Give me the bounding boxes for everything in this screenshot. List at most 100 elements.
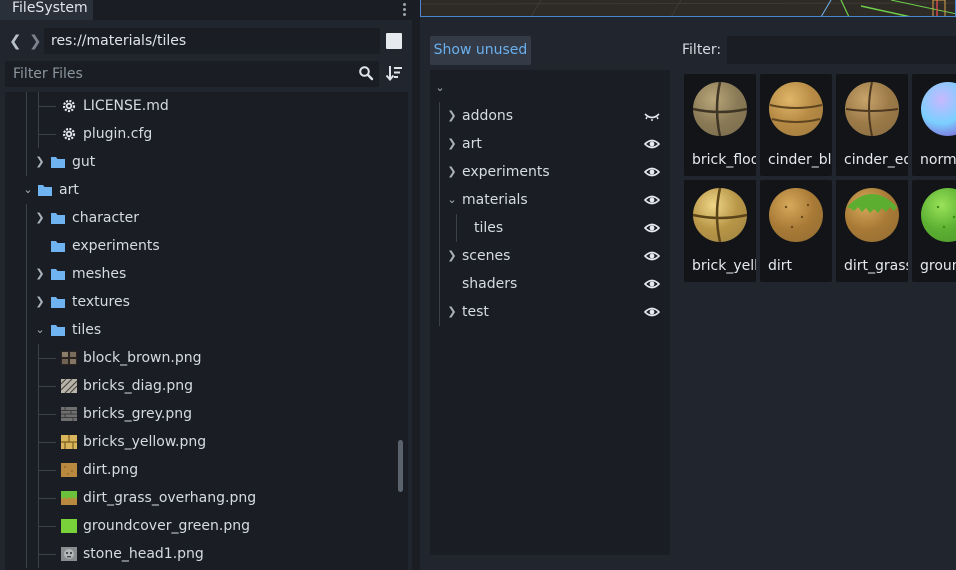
show-unused-button[interactable]: Show unused [430, 36, 531, 65]
directory-item-addons[interactable]: ❯ addons [430, 102, 670, 130]
asset-name: normal [920, 152, 956, 168]
split-mode-toggle-icon[interactable] [386, 33, 402, 49]
filesystem-tab-bar: FileSystem [0, 0, 412, 20]
filter-files-input[interactable] [5, 61, 379, 87]
dock-menu-icon[interactable] [398, 0, 410, 16]
tree-folder-item[interactable]: ❯ meshes [5, 260, 401, 288]
chevron-right-icon[interactable]: ❯ [446, 304, 458, 320]
tree-folder-item[interactable]: ❯ character [5, 204, 401, 232]
directory-label: scenes [462, 248, 511, 264]
chevron-right-icon[interactable]: ❯ [446, 136, 458, 152]
tree-file-item[interactable]: bricks_grey.png [5, 400, 401, 428]
material-preview-sphere [845, 188, 899, 242]
asset-tile[interactable]: normal [912, 74, 956, 176]
directory-root[interactable]: ⌄ [430, 74, 670, 102]
tree-file-item[interactable]: dirt.png [5, 456, 401, 484]
tree-item-label: bricks_yellow.png [83, 434, 207, 450]
folder-icon [51, 297, 65, 308]
directory-item-materials[interactable]: ⌄ materials [430, 186, 670, 214]
eye-visible-icon[interactable] [644, 249, 660, 263]
tree-file-item[interactable]: dirt_grass_overhang.png [5, 484, 401, 512]
filesystem-dock: FileSystem ❮ ❯ LICENSE.md plugin.cfg ❯ gut ⌄… [0, 0, 412, 570]
file-tree: LICENSE.md plugin.cfg ❯ gut ⌄ art ❯ character ex… [5, 92, 408, 570]
tree-item-label: dirt.png [83, 462, 139, 478]
directory-item-tiles[interactable]: tiles [430, 214, 670, 242]
chevron-right-icon[interactable]: ❯ [446, 248, 458, 264]
asset-tile[interactable]: brick_floor [684, 74, 756, 176]
asset-tile[interactable]: cinder_block [760, 74, 832, 176]
tree-guide-line [26, 260, 27, 288]
tree-guide-line [439, 102, 440, 130]
tree-folder-item[interactable]: experiments [5, 232, 401, 260]
folder-icon [51, 157, 65, 168]
back-arrow-icon[interactable]: ❮ [9, 32, 22, 50]
path-input[interactable] [44, 28, 380, 54]
chevron-right-icon[interactable]: ❯ [33, 154, 47, 170]
chevron-right-icon[interactable]: ❯ [33, 294, 47, 310]
eye-visible-icon[interactable] [644, 165, 660, 179]
chevron-down-icon[interactable]: ⌄ [446, 192, 458, 208]
chevron-right-icon[interactable]: ❯ [33, 210, 47, 226]
tree-file-item[interactable]: bricks_yellow.png [5, 428, 401, 456]
chevron-right-icon[interactable]: ❯ [33, 266, 47, 282]
tree-item-label: art [59, 182, 79, 198]
tree-guide-line [26, 512, 27, 540]
dock-splitter[interactable] [412, 0, 420, 570]
tree-item-label: character [72, 210, 140, 226]
tree-guide-line [38, 106, 56, 107]
tree-file-item[interactable]: LICENSE.md [5, 92, 401, 120]
asset-tile[interactable]: dirt_grass [836, 180, 908, 282]
tree-item-label: bricks_grey.png [83, 406, 192, 422]
tree-folder-item[interactable]: ❯ textures [5, 288, 401, 316]
directory-item-experiments[interactable]: ❯ experiments [430, 158, 670, 186]
directory-item-art[interactable]: ❯ art [430, 130, 670, 158]
tree-guide-line [26, 288, 27, 316]
stone-head-thumbnail-icon [61, 547, 77, 561]
tree-file-item[interactable]: bricks_diag.png [5, 372, 401, 400]
filter-label: Filter: [682, 42, 722, 58]
bricks-diag-thumbnail-icon [61, 378, 77, 394]
file-tree-scrollbar[interactable] [398, 92, 404, 570]
tree-guide-line [439, 242, 440, 270]
eye-visible-icon[interactable] [644, 137, 660, 151]
chevron-down-icon[interactable]: ⌄ [21, 182, 35, 198]
directory-item-scenes[interactable]: ❯ scenes [430, 242, 670, 270]
asset-name: dirt [768, 258, 793, 274]
asset-tile[interactable]: brick_yellow [684, 180, 756, 282]
tree-guide-line [26, 148, 27, 176]
chevron-right-icon[interactable]: ❯ [446, 164, 458, 180]
chevron-down-icon[interactable]: ⌄ [434, 80, 446, 96]
tree-guide-line [38, 358, 56, 359]
sort-icon[interactable] [385, 64, 403, 82]
filesystem-tab[interactable]: FileSystem [0, 0, 93, 20]
eye-visible-icon[interactable] [644, 193, 660, 207]
asset-tile[interactable]: cinder_edge [836, 74, 908, 176]
tree-file-item[interactable]: groundcover_green.png [5, 512, 401, 540]
asset-tile[interactable]: dirt [760, 180, 832, 282]
tree-file-item[interactable]: plugin.cfg [5, 120, 401, 148]
eye-visible-icon[interactable] [644, 305, 660, 319]
eye-visible-icon[interactable] [644, 221, 660, 235]
eye-visible-icon[interactable] [644, 277, 660, 291]
scrollbar-thumb[interactable] [398, 440, 403, 492]
chevron-right-icon[interactable]: ❯ [446, 108, 458, 124]
tree-file-item[interactable]: stone_head1.png [5, 540, 401, 568]
directory-item-shaders[interactable]: shaders [430, 270, 670, 298]
forward-arrow-icon[interactable]: ❯ [29, 32, 42, 50]
tree-folder-item[interactable]: ❯ gut [5, 148, 401, 176]
tree-file-item[interactable]: block_brown.png [5, 344, 401, 372]
tree-guide-line [38, 526, 56, 527]
bricks-grey-thumbnail-icon [61, 407, 77, 421]
tree-guide-line [26, 400, 27, 428]
asset-tile[interactable]: groundcover [912, 180, 956, 282]
asset-filter-input[interactable] [727, 36, 956, 64]
dirt-grass-thumbnail-icon [61, 491, 77, 505]
folder-icon [51, 213, 65, 224]
tree-item-label: textures [72, 294, 130, 310]
folder-icon [51, 325, 65, 336]
tree-folder-item[interactable]: ⌄ tiles [5, 316, 401, 344]
directory-item-test[interactable]: ❯ test [430, 298, 670, 326]
chevron-down-icon[interactable]: ⌄ [33, 322, 47, 338]
eye-closed-icon[interactable] [644, 109, 660, 123]
tree-folder-item[interactable]: ⌄ art [5, 176, 401, 204]
